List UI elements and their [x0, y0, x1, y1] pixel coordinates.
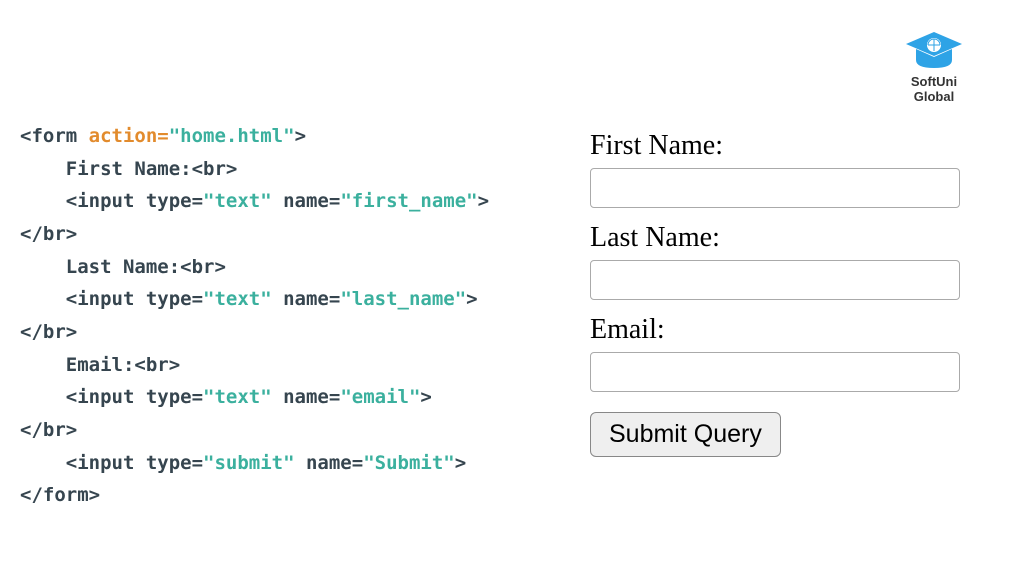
- code-token: "text": [203, 386, 272, 408]
- code-token: </br>: [20, 419, 77, 441]
- code-token: >: [466, 288, 477, 310]
- logo-text-line1: SoftUni: [899, 75, 969, 90]
- code-token: "home.html": [169, 125, 295, 147]
- code-token: "text": [203, 190, 272, 212]
- code-token: Last Name:<br>: [20, 256, 226, 278]
- code-token: First Name:<br>: [20, 158, 237, 180]
- code-token: name=: [272, 386, 341, 408]
- email-input[interactable]: [590, 352, 960, 392]
- code-token: name=: [272, 190, 341, 212]
- code-token: "last_name": [340, 288, 466, 310]
- code-token: "text": [203, 288, 272, 310]
- code-token: "Submit": [363, 452, 455, 474]
- code-token: "first_name": [340, 190, 477, 212]
- code-token: "submit": [203, 452, 295, 474]
- code-token: <form: [20, 125, 89, 147]
- first-name-label: First Name:: [590, 130, 970, 162]
- code-token: >: [455, 452, 466, 474]
- logo-text: SoftUni Global: [899, 75, 969, 105]
- code-token: >: [295, 125, 306, 147]
- code-token: <input type=: [20, 190, 203, 212]
- first-name-input[interactable]: [590, 168, 960, 208]
- logo: SoftUni Global: [899, 30, 969, 105]
- submit-button[interactable]: Submit Query: [590, 412, 781, 457]
- logo-text-line2: Global: [899, 90, 969, 105]
- last-name-input[interactable]: [590, 260, 960, 300]
- code-token: name=: [295, 452, 364, 474]
- last-name-label: Last Name:: [590, 222, 970, 254]
- code-token: </form>: [20, 484, 100, 506]
- code-token: >: [478, 190, 489, 212]
- code-token: <input type=: [20, 386, 203, 408]
- code-token: </br>: [20, 223, 77, 245]
- email-label: Email:: [590, 314, 970, 346]
- graduation-cap-icon: [904, 30, 964, 72]
- code-token: </br>: [20, 321, 77, 343]
- code-token: action=: [89, 125, 169, 147]
- code-snippet: <form action="home.html"> First Name:<br…: [20, 120, 520, 512]
- code-token: >: [420, 386, 431, 408]
- rendered-form: First Name: Last Name: Email: Submit Que…: [590, 120, 970, 512]
- code-token: name=: [272, 288, 341, 310]
- code-token: "email": [340, 386, 420, 408]
- code-token: <input type=: [20, 452, 203, 474]
- code-token: Email:<br>: [20, 354, 180, 376]
- code-token: <input type=: [20, 288, 203, 310]
